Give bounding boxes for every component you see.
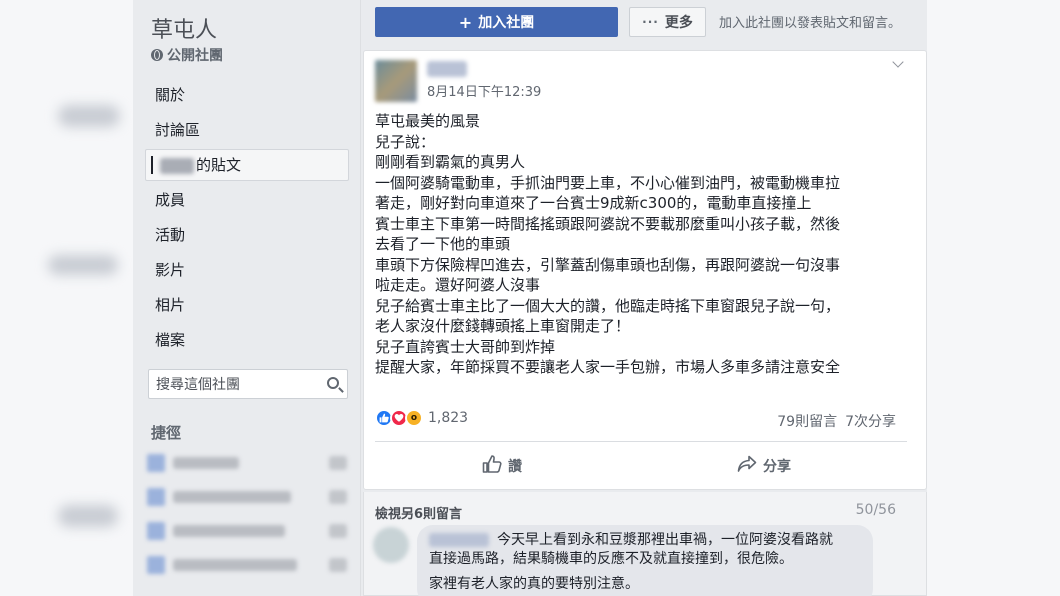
- nav-item-member-posts-label: 的貼文: [196, 156, 242, 174]
- shortcut-label: [173, 525, 285, 537]
- shortcut-icon: [147, 454, 165, 472]
- group-sidebar: 草屯人 公開社團 關於 討論區 的貼文 成員 活動 影片 相片 檔案 搜尋這個社…: [133, 0, 361, 596]
- more-label: 更多: [664, 15, 693, 31]
- shortcut-item[interactable]: [147, 452, 347, 474]
- shortcut-badge: [329, 524, 347, 538]
- shortcut-label: [173, 559, 297, 571]
- nav-item-members[interactable]: 成員: [145, 183, 349, 218]
- post-line: 一個阿婆騎電動車，手抓油門要上車，不小心催到油門，被電動機車拉: [375, 173, 841, 192]
- share-arrow-icon: [737, 455, 757, 477]
- share-label: 分享: [763, 459, 791, 475]
- like-button[interactable]: 讚: [482, 454, 522, 478]
- blurred-background-left: [0, 0, 133, 596]
- comments-section: 檢視另6則留言 50/56 今天早上看到永和豆漿那裡出車禍，一位阿婆沒看路就 直…: [363, 492, 927, 596]
- shortcut-badge: [329, 490, 347, 504]
- group-privacy: 公開社團: [151, 45, 223, 65]
- post-line: 著走，剛好對向車道來了一台賓士9成新c300的，電動車直接撞上: [375, 194, 812, 212]
- comment-text-line-3: 家裡有老人家的真的要特別注意。: [429, 576, 639, 592]
- nav-item-member-posts[interactable]: 的貼文: [145, 149, 349, 181]
- shortcut-label: [173, 491, 291, 503]
- group-name[interactable]: 草屯人: [151, 12, 217, 44]
- shortcut-item[interactable]: [147, 554, 347, 576]
- reactions-summary[interactable]: o 1,823: [375, 409, 468, 427]
- share-button[interactable]: 分享: [737, 454, 791, 478]
- comment-text-line-1: 今天早上看到永和豆漿那裡出車禍，一位阿婆沒看路就: [497, 532, 833, 548]
- view-more-comments-link[interactable]: 檢視另6則留言: [375, 503, 462, 522]
- post-line: 提醒大家，年節採買不要讓老人家一手包辦，市場人多車多請注意安全: [375, 358, 841, 376]
- shortcut-icon: [147, 522, 165, 540]
- join-group-label: 加入社團: [478, 15, 535, 31]
- reaction-count: 1,823: [428, 410, 469, 426]
- comment-text-line-2: 直接過馬路，結果騎機車的反應不及就直接撞到，很危險。: [429, 550, 793, 567]
- comment-bubble: 今天早上看到永和豆漿那裡出車禍，一位阿婆沒看路就 直接過馬路，結果騎機車的反應不…: [417, 525, 873, 596]
- join-group-button[interactable]: + 加入社團: [375, 7, 618, 37]
- nav-item-files[interactable]: 檔案: [145, 323, 349, 358]
- shortcut-badge: [329, 456, 347, 470]
- post-line: 兒子給賓士車主比了一個大大的讚，他臨走時搖下車窗跟兒子說一句，: [375, 296, 841, 315]
- group-privacy-label: 公開社團: [167, 48, 223, 64]
- blurred-member-name: [160, 157, 194, 174]
- post-card: 8月14日下午12:39 草屯最美的風景 兒子說： 剛剛看到霸氣的真男人 一個阿…: [363, 50, 927, 490]
- like-label: 讚: [508, 459, 522, 475]
- join-hint: 加入此社團以發表貼文和留言。: [719, 16, 902, 31]
- globe-icon: [151, 49, 163, 61]
- post-options-chevron-icon[interactable]: [892, 56, 904, 68]
- post-line: 草屯最美的風景: [375, 112, 481, 130]
- post-timestamp[interactable]: 8月14日下午12:39: [427, 81, 541, 100]
- nav-item-discussion[interactable]: 討論區: [145, 113, 349, 148]
- shortcut-icon: [147, 556, 165, 574]
- post-line: 兒子直誇賓士大哥帥到炸掉: [375, 337, 556, 356]
- author-name-blurred[interactable]: [427, 61, 467, 77]
- shortcuts-title: 捷徑: [151, 424, 182, 442]
- nav-item-about[interactable]: 關於: [145, 78, 349, 113]
- commenter-avatar[interactable]: [373, 527, 409, 563]
- nav-item-videos[interactable]: 影片: [145, 253, 349, 288]
- more-dots-icon: ···: [642, 15, 659, 29]
- plus-icon: +: [458, 12, 473, 32]
- thumbs-up-icon: [482, 455, 502, 477]
- post-line: 剛剛看到霸氣的真男人: [375, 153, 526, 171]
- nav-item-photos[interactable]: 相片: [145, 288, 349, 323]
- shortcut-item[interactable]: [147, 486, 347, 508]
- post-line: 老人家沒什麼錢轉頭搖上車窗開走了！: [375, 317, 631, 335]
- comments-count[interactable]: 79則留言: [777, 411, 837, 431]
- nav-item-events[interactable]: 活動: [145, 218, 349, 253]
- search-icon[interactable]: [327, 377, 339, 389]
- wow-reaction-icon: o: [405, 409, 423, 427]
- post-line: 啦走走。還好阿婆人沒事: [375, 276, 541, 294]
- comment-pagination: 50/56: [855, 502, 896, 518]
- shares-count[interactable]: 7次分享: [845, 411, 896, 431]
- shortcut-label: [173, 457, 239, 469]
- author-avatar[interactable]: [375, 60, 417, 102]
- more-button[interactable]: ··· 更多: [629, 7, 706, 37]
- commenter-name-blurred[interactable]: [429, 533, 489, 547]
- comment-first-line: 今天早上看到永和豆漿那裡出車禍，一位阿婆沒看路就: [429, 531, 861, 550]
- post-body: 草屯最美的風景 兒子說： 剛剛看到霸氣的真男人 一個阿婆騎電動車，手抓油門要上車…: [375, 111, 907, 378]
- post-line: 車頭下方保險桿凹進去，引擎蓋刮傷車頭也刮傷，再跟阿婆說一句沒事: [375, 255, 841, 274]
- engagement-counts: 79則留言 7次分享: [777, 411, 896, 431]
- post-line: 兒子說：: [375, 132, 436, 151]
- search-placeholder: 搜尋這個社團: [156, 377, 240, 393]
- group-main-column: + 加入社團 ··· 更多 加入此社團以發表貼文和留言。 8月14日下午12:3…: [361, 0, 927, 596]
- group-search-input[interactable]: 搜尋這個社團: [148, 369, 348, 399]
- post-line: 去看了一下他的車頭: [375, 235, 511, 253]
- post-line: 賓士車主下車第一時間搖搖頭跟阿婆說不要載那麼重叫小孩子載，然後: [375, 214, 841, 233]
- shortcut-item[interactable]: [147, 520, 347, 542]
- shortcut-badge: [329, 558, 347, 572]
- divider: [375, 441, 907, 442]
- shortcut-icon: [147, 488, 165, 506]
- blurred-background-right: [927, 0, 1060, 596]
- group-nav: 關於 討論區 的貼文 成員 活動 影片 相片 檔案: [145, 78, 349, 358]
